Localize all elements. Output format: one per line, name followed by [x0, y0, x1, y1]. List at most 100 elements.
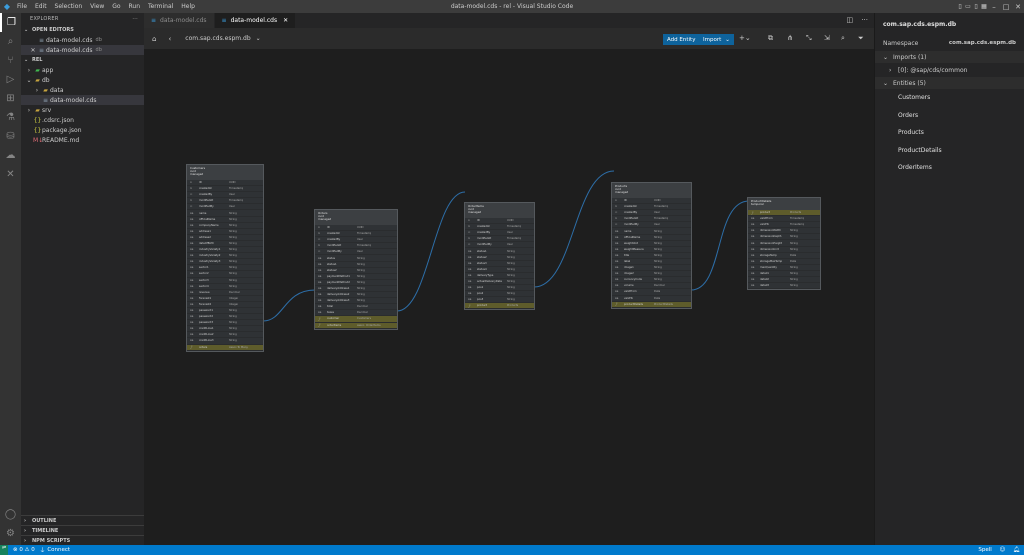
entity-products[interactable]: Products cuid managed ⚿ ID UUID ⏲ createdAt T…: [611, 182, 692, 309]
entity-customers[interactable]: Customers cuid managed ⚿ ID UUID ⏲ createdAt…: [186, 164, 264, 352]
more-actions-icon[interactable]: ···: [861, 16, 868, 24]
spell-check-status[interactable]: Spell: [978, 547, 991, 553]
entity-orderitems[interactable]: OrderItems cuid managed ⚿ ID UUID ⏲ createdA…: [464, 202, 535, 311]
namespace-value[interactable]: com.sap.cds.espm.db: [949, 40, 1016, 46]
entity-item-products[interactable]: Products: [875, 124, 1024, 142]
entity-productdetails[interactable]: ProductDetails temporal ⤴ product Products…: [747, 197, 821, 291]
tab-data-model-active[interactable]: ≡ data-model.cds ✕: [214, 13, 297, 28]
tree-file-data-model[interactable]: ≡ data-model.cds: [21, 95, 144, 105]
open-editor-item[interactable]: ≡ data-model.cds db: [21, 35, 144, 45]
menu-selection[interactable]: Selection: [55, 3, 83, 10]
field-name: password3: [199, 321, 213, 325]
entity-item-customers[interactable]: Customers: [875, 89, 1024, 107]
more-actions-icon[interactable]: ···: [132, 16, 138, 22]
outline-section[interactable]: › OUTLINE: [21, 515, 144, 525]
back-icon[interactable]: ‹: [168, 35, 171, 43]
file-icon: ≡: [38, 46, 45, 54]
tree-folder-app[interactable]: › ▰ app: [21, 65, 144, 75]
open-editor-dir: db: [95, 37, 102, 43]
timeline-section[interactable]: › TIMELINE: [21, 525, 144, 535]
source-control-icon[interactable]: ⑂: [0, 51, 21, 70]
toggle-panel-icon[interactable]: ▭: [964, 3, 972, 10]
extensions-icon[interactable]: ⊞: [0, 89, 21, 108]
tree-folder-data[interactable]: › ▰ data: [21, 85, 144, 95]
menu-help[interactable]: Help: [181, 3, 195, 10]
chevron-right-icon: ›: [27, 106, 31, 114]
workspace-section[interactable]: ⌄ REL: [21, 55, 144, 65]
field-type: String: [229, 278, 237, 282]
add-entity-button[interactable]: Add Entity: [663, 34, 700, 45]
field-type-icon: Aa: [190, 296, 194, 300]
filter-icon[interactable]: ⏷: [858, 34, 864, 43]
entity-item-orders[interactable]: Orders: [875, 107, 1024, 125]
field-type-icon: Aa: [318, 293, 322, 297]
close-tab-icon[interactable]: ✕: [283, 17, 288, 24]
entity-item-productdetails[interactable]: ProductDetails: [875, 142, 1024, 160]
menu-file[interactable]: File: [17, 3, 27, 10]
entity-item-orderitems[interactable]: OrderItems: [875, 159, 1024, 177]
account-icon[interactable]: ◯: [0, 505, 21, 524]
graph-canvas[interactable]: Customers cuid managed ⚿ ID UUID ⏲ createdAt…: [144, 50, 874, 545]
entity-field-row[interactable]: ⤴ product Products: [465, 303, 534, 310]
imports-section[interactable]: ⌄ Imports (1): [875, 51, 1024, 63]
field-type-icon: ⤴: [751, 211, 754, 215]
import-button[interactable]: Import ⌄: [699, 34, 734, 45]
namespace-selector[interactable]: com.sap.cds.espm.db ⌄: [185, 35, 260, 42]
toggle-secondary-sidebar-icon[interactable]: ▯: [972, 3, 980, 10]
tree-folder-db[interactable]: ⌄ ▰ db: [21, 75, 144, 85]
menu-view[interactable]: View: [90, 3, 104, 10]
run-debug-icon[interactable]: ▷: [0, 70, 21, 89]
connect-status[interactable]: Connect: [47, 547, 70, 553]
toggle-sidebar-icon[interactable]: ▯: [956, 3, 964, 10]
tree-file-cdsrc[interactable]: {} .cdsrc.json: [21, 115, 144, 125]
npm-scripts-section[interactable]: › NPM SCRIPTS: [21, 535, 144, 545]
entity-header: Customers cuid managed: [187, 165, 263, 180]
remote-icon[interactable]: ⇌: [0, 545, 8, 555]
menu-edit[interactable]: Edit: [35, 3, 47, 10]
cloud-icon[interactable]: ☁: [0, 146, 21, 165]
entity-field-row[interactable]: ⤴ orderItems assoc. OrderItems: [315, 322, 397, 329]
field-type: String: [357, 274, 365, 278]
manage-gear-icon[interactable]: ⚙: [0, 524, 21, 543]
open-editors-section[interactable]: ⌄ OPEN EDITORS: [21, 25, 144, 35]
entity-field-row[interactable]: Aa detail3 String: [748, 283, 820, 290]
layout-icon[interactable]: ⧉: [768, 34, 773, 43]
maximize-icon[interactable]: □: [1000, 3, 1012, 11]
customize-layout-icon[interactable]: ▦: [980, 3, 988, 10]
add-icon[interactable]: +⌄: [739, 34, 751, 42]
search-icon[interactable]: ⌕: [0, 32, 21, 51]
open-editor-item-active[interactable]: ✕ ≡ data-model.cds db: [21, 45, 144, 55]
explorer-icon[interactable]: ❐: [0, 13, 21, 32]
expand-icon[interactable]: ⇲: [824, 34, 830, 42]
entities-section[interactable]: ⌄ Entities (5): [875, 77, 1024, 89]
split-editor-icon[interactable]: ◫: [846, 16, 853, 24]
tree-layout-icon[interactable]: ⋔: [787, 34, 793, 42]
field-type-icon: ⏲: [615, 205, 618, 209]
database-icon[interactable]: ⛁: [0, 127, 21, 146]
entity-orders[interactable]: Orders cuid managed ⚿ ID UUID ⏲ createdAt Tim…: [314, 209, 398, 330]
tree-folder-srv[interactable]: › ▰ srv: [21, 105, 144, 115]
menu-go[interactable]: Go: [112, 3, 120, 10]
search-icon[interactable]: ⌕: [841, 34, 845, 43]
field-type: String: [790, 241, 798, 245]
entity-field-row[interactable]: ⤴ orders Assoc.To Many: [187, 344, 263, 351]
feedback-icon[interactable]: ☺: [1000, 547, 1006, 553]
menu-terminal[interactable]: Terminal: [148, 3, 173, 10]
notifications-bell-icon[interactable]: 🔔︎: [1013, 547, 1020, 553]
close-window-icon[interactable]: ✕: [1012, 3, 1024, 11]
tab-data-model[interactable]: ≡ data-model.cds: [144, 13, 215, 28]
entity-field-row[interactable]: ⤴ productDetails ProductDetails: [612, 301, 691, 308]
close-editor-icon[interactable]: ✕: [29, 47, 37, 54]
tree-file-package-json[interactable]: {} package.json: [21, 125, 144, 135]
tree-file-readme[interactable]: M↓ README.md: [21, 135, 144, 145]
field-type: Timestamp: [357, 244, 372, 248]
home-icon[interactable]: ⌂: [152, 35, 156, 43]
zoom-fit-icon[interactable]: ⤡: [806, 34, 812, 43]
testing-icon[interactable]: ⚗: [0, 108, 21, 127]
menu-run[interactable]: Run: [129, 3, 141, 10]
minimize-icon[interactable]: –: [988, 3, 1000, 11]
problems-indicator[interactable]: ⊗ 0 ⚠ 0: [13, 547, 35, 553]
tools-icon[interactable]: ✕: [0, 165, 21, 184]
open-editor-name: data-model.cds: [46, 36, 93, 44]
import-item[interactable]: › [0]: @sap/cds/common: [875, 63, 1024, 77]
